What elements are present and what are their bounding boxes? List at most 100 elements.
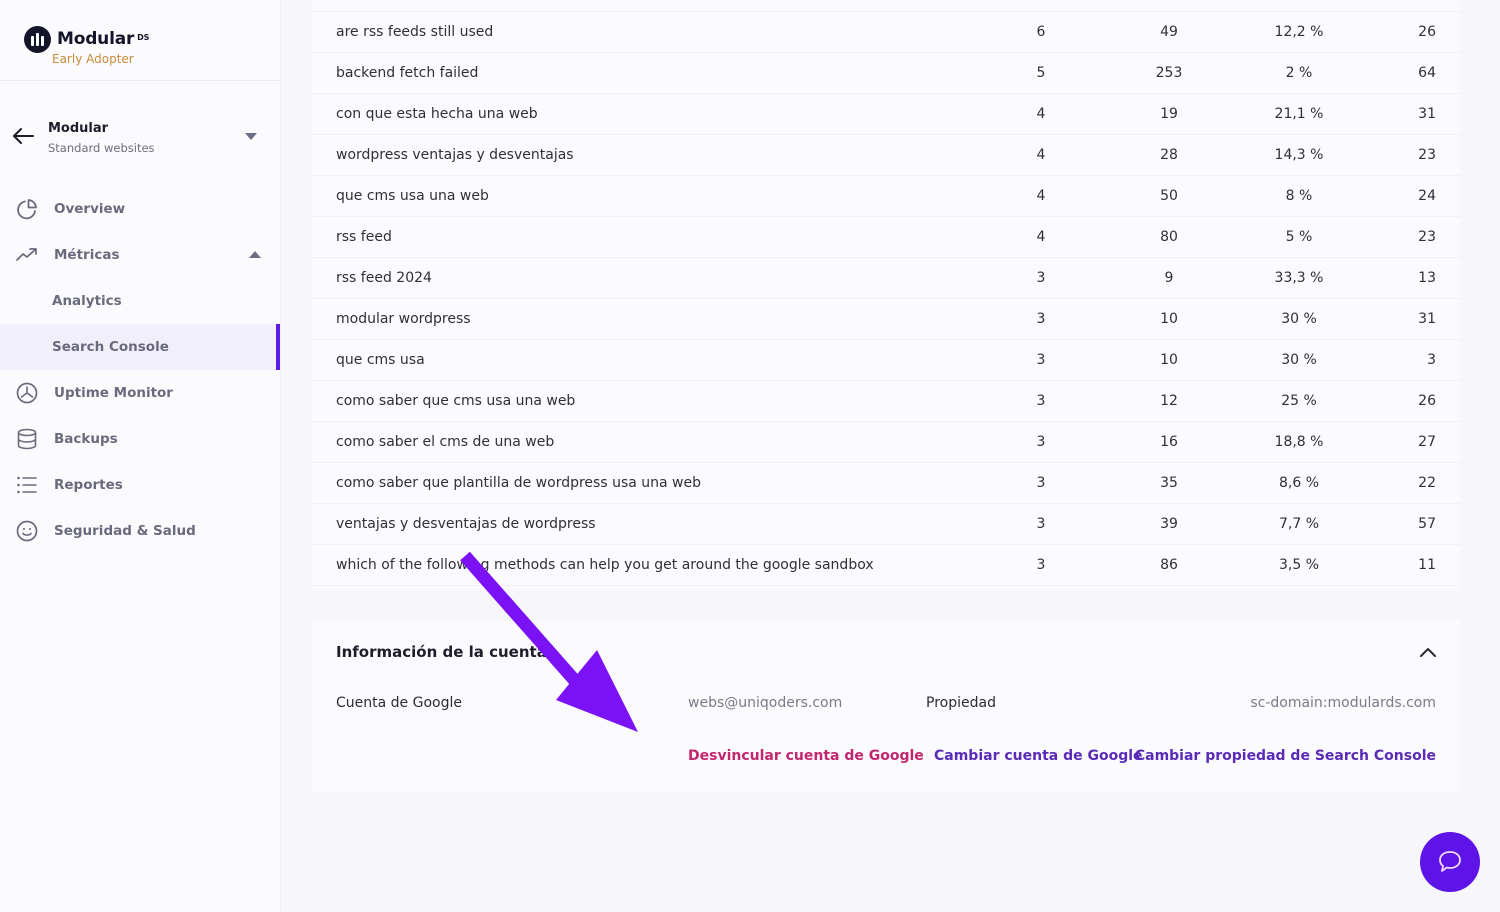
- chat-button[interactable]: [1420, 832, 1480, 892]
- impressions-cell: 9: [1164, 270, 1174, 286]
- position-cell: 22: [1418, 475, 1436, 491]
- impressions-cell: 39: [1160, 516, 1178, 532]
- table-row[interactable]: ventajas y desventajas de wordpress 3 39…: [312, 504, 1460, 545]
- unlink-google-account-link[interactable]: Desvincular cuenta de Google: [688, 748, 924, 764]
- sidebar-item-overview[interactable]: Overview: [0, 186, 280, 232]
- clicks-cell: 4: [1036, 188, 1046, 204]
- impressions-cell: 12: [1160, 393, 1178, 409]
- ctr-cell: 8 %: [1285, 188, 1313, 204]
- query-cell: con que esta hecha una web: [336, 106, 538, 122]
- ctr-cell: 7,7 %: [1278, 516, 1320, 532]
- impressions-cell: 50: [1160, 188, 1178, 204]
- impressions-cell: 253: [1155, 65, 1183, 81]
- impressions-cell: 16: [1160, 434, 1178, 450]
- ctr-cell: 21,1 %: [1274, 106, 1324, 122]
- query-cell: rss feed 2024: [336, 270, 432, 286]
- account-info-title: Información de la cuenta: [336, 643, 547, 661]
- site-switcher[interactable]: Modular Standard websites: [0, 108, 280, 164]
- ctr-cell: 5 %: [1285, 229, 1313, 245]
- query-cell: ventajas y desventajas de wordpress: [336, 516, 596, 532]
- table-row[interactable]: backend fetch failed 5 253 2 % 64: [312, 53, 1460, 94]
- impressions-cell: 35: [1160, 475, 1178, 491]
- sidebar-item-label: Uptime Monitor: [54, 385, 173, 401]
- clicks-cell: 3: [1036, 434, 1046, 450]
- ctr-cell: 8,6 %: [1278, 475, 1320, 491]
- table-row[interactable]: con que esta hecha una web 4 19 21,1 % 3…: [312, 94, 1460, 135]
- position-cell: 3: [1427, 352, 1436, 368]
- table-row[interactable]: que cms usa 3 10 30 % 3: [312, 340, 1460, 381]
- sidebar-item-metricas[interactable]: Métricas: [0, 232, 280, 278]
- clicks-cell: 3: [1036, 516, 1046, 532]
- position-cell: 23: [1418, 229, 1436, 245]
- clicks-cell: 6: [1036, 24, 1046, 40]
- clicks-cell: 3: [1036, 270, 1046, 286]
- smile-icon: [16, 520, 38, 542]
- list-icon: [17, 476, 37, 494]
- caret-up-icon[interactable]: [249, 251, 261, 258]
- trending-up-icon: [16, 248, 37, 261]
- sidebar-item-seguridad-salud[interactable]: Seguridad & Salud: [0, 508, 280, 554]
- table-row[interactable]: rss feed 2024 3 9 33,3 % 13: [312, 258, 1460, 299]
- impressions-cell: 19: [1160, 106, 1178, 122]
- table-row[interactable]: rss feed 4 80 5 % 23: [312, 217, 1460, 258]
- table-row[interactable]: que cms usa una web 4 50 8 % 24: [312, 176, 1460, 217]
- table-row[interactable]: como saber que plantilla de wordpress us…: [312, 463, 1460, 504]
- google-account-label: Cuenta de Google: [336, 695, 462, 711]
- table-row[interactable]: como saber que cms usa una web 3 12 25 %…: [312, 381, 1460, 422]
- table-row[interactable]: como saber el cms de una web 3 16 18,8 %…: [312, 422, 1460, 463]
- query-cell: wordpress ventajas y desventajas: [336, 147, 574, 163]
- sidebar-item-label: Reportes: [54, 477, 123, 493]
- query-cell: rss feed: [336, 229, 392, 245]
- change-search-console-property-link[interactable]: Cambiar propiedad de Search Console: [1135, 748, 1436, 764]
- impressions-cell: 10: [1160, 352, 1178, 368]
- sidebar-item-label: Seguridad & Salud: [54, 523, 196, 539]
- caret-down-icon[interactable]: [245, 133, 257, 140]
- sidebar-item-uptime-monitor[interactable]: Uptime Monitor: [0, 370, 280, 416]
- site-name: Modular: [48, 121, 109, 136]
- early-adopter-tag: Early Adopter: [52, 52, 134, 66]
- clicks-cell: 5: [1036, 65, 1046, 81]
- sidebar-item-label: Métricas: [54, 247, 120, 263]
- arrow-left-icon[interactable]: [11, 126, 35, 146]
- brand-suffix: DS: [137, 33, 150, 42]
- ctr-cell: 30 %: [1281, 352, 1317, 368]
- change-google-account-link[interactable]: Cambiar cuenta de Google: [934, 748, 1143, 764]
- position-cell: 26: [1418, 24, 1436, 40]
- chevron-up-icon[interactable]: [1417, 642, 1439, 664]
- table-row[interactable]: wordpress ventajas y desventajas 4 28 14…: [312, 135, 1460, 176]
- query-cell: que cms usa: [336, 352, 425, 368]
- table-row[interactable]: are rss feeds still used 6 49 12,2 % 26: [312, 12, 1460, 53]
- clicks-cell: 3: [1036, 475, 1046, 491]
- impressions-cell: 49: [1160, 24, 1178, 40]
- ctr-cell: 18,8 %: [1274, 434, 1324, 450]
- sidebar-item-label: Overview: [54, 201, 126, 217]
- table-row[interactable]: modular wordpress 3 10 30 % 31: [312, 299, 1460, 340]
- query-cell: which of the following methods can help …: [336, 557, 874, 573]
- query-cell: como saber que cms usa una web: [336, 393, 576, 409]
- impressions-cell: 28: [1160, 147, 1178, 163]
- sidebar-item-label: Search Console: [52, 339, 169, 355]
- position-cell: 57: [1418, 516, 1436, 532]
- sidebar-item-backups[interactable]: Backups: [0, 416, 280, 462]
- query-cell: como saber el cms de una web: [336, 434, 555, 450]
- table-row[interactable]: which of the following methods can help …: [312, 545, 1460, 586]
- position-cell: 31: [1418, 311, 1436, 327]
- sidebar-item-label: Backups: [54, 431, 118, 447]
- clicks-cell: 3: [1036, 557, 1046, 573]
- ctr-cell: 2 %: [1285, 65, 1313, 81]
- sidebar: Modular DS Early Adopter Modular Standard…: [0, 0, 281, 912]
- position-cell: 31: [1418, 106, 1436, 122]
- sidebar-item-search-console[interactable]: Search Console: [0, 324, 280, 370]
- property-label: Propiedad: [926, 695, 996, 711]
- gauge-icon: [16, 382, 38, 404]
- ctr-cell: 30 %: [1281, 311, 1317, 327]
- database-icon: [17, 428, 37, 450]
- sidebar-item-reportes[interactable]: Reportes: [0, 462, 280, 508]
- queries-table: are rss feeds still used 6 49 12,2 % 26 …: [312, 0, 1460, 590]
- clicks-cell: 3: [1036, 352, 1046, 368]
- ctr-cell: 12,2 %: [1274, 24, 1324, 40]
- sidebar-item-analytics[interactable]: Analytics: [0, 278, 280, 324]
- clicks-cell: 4: [1036, 147, 1046, 163]
- ctr-cell: 14,3 %: [1274, 147, 1324, 163]
- modular-logo-icon: [24, 26, 51, 53]
